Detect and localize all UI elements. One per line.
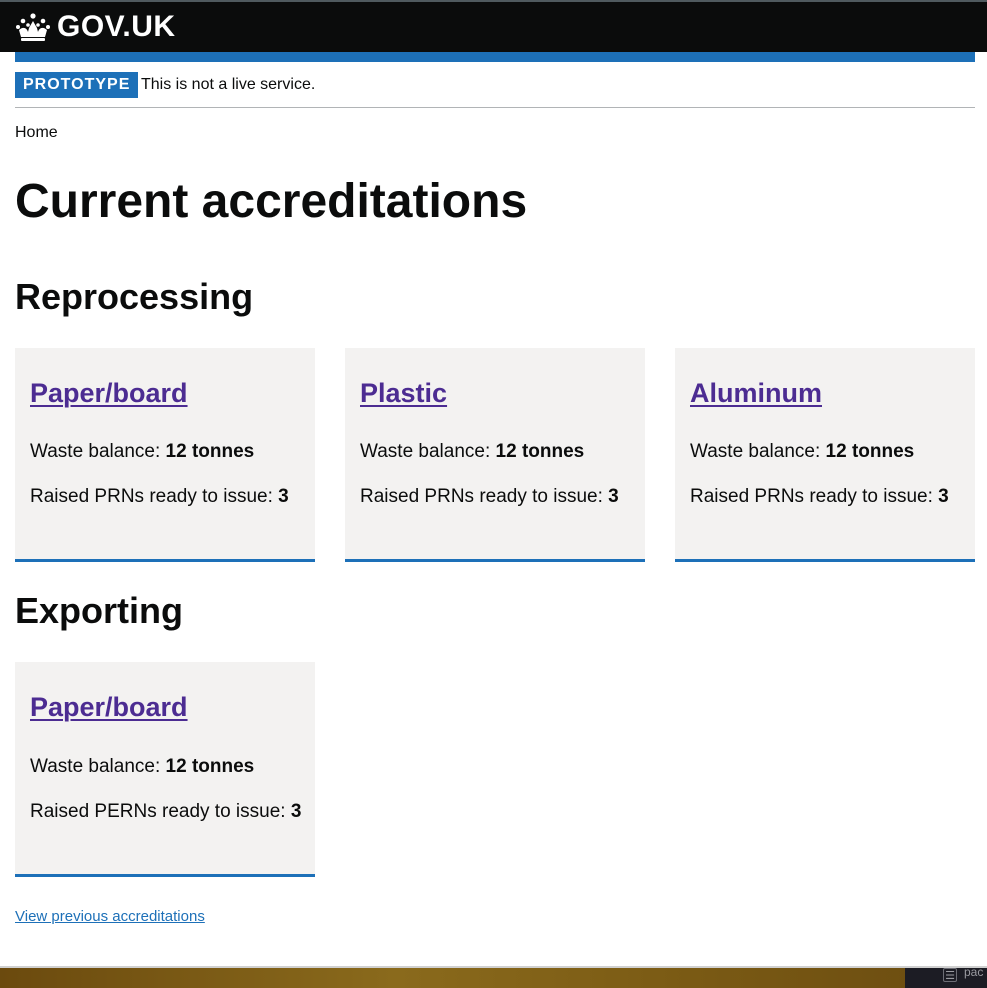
document-icon: ☰: [943, 968, 957, 982]
govuk-header: GOV.UK: [0, 0, 987, 52]
prn-ready-value: 3: [938, 486, 949, 507]
reprocessing-card-aluminum: Aluminum Waste balance: 12 tonnes Raised…: [675, 348, 975, 562]
prn-ready-label: Raised PRNs ready to issue:: [30, 486, 279, 507]
waste-balance-line: Waste balance: 12 tonnes: [690, 440, 914, 464]
waste-balance-label: Waste balance:: [690, 441, 826, 462]
header-blue-bar: [15, 52, 975, 62]
page-title: Current accreditations: [15, 175, 528, 228]
exporting-card-paper-board: Paper/board Waste balance: 12 tonnes Rai…: [15, 662, 315, 877]
waste-balance-value: 12 tonnes: [495, 441, 585, 462]
waste-balance-value: 12 tonnes: [165, 441, 255, 462]
pern-ready-line: Raised PERNs ready to issue: 3: [30, 800, 301, 824]
prn-ready-line: Raised PRNs ready to issue: 3: [360, 485, 619, 509]
crown-icon: [16, 13, 50, 41]
card-title-link[interactable]: Plastic: [360, 376, 447, 410]
desktop-background-strip: [0, 968, 987, 988]
govuk-logo-link[interactable]: GOV.UK: [15, 10, 176, 44]
prn-ready-line: Raised PRNs ready to issue: 3: [30, 485, 289, 509]
card-title-link[interactable]: Paper/board: [30, 690, 188, 724]
taskbar-item-label: pac: [964, 965, 984, 979]
phase-tag: PROTOTYPE: [15, 72, 139, 98]
reprocessing-card-plastic: Plastic Waste balance: 12 tonnes Raised …: [345, 348, 645, 562]
pern-ready-label: Raised PERNs ready to issue:: [30, 801, 291, 822]
prn-ready-label: Raised PRNs ready to issue:: [360, 486, 609, 507]
waste-balance-line: Waste balance: 12 tonnes: [360, 440, 584, 464]
exporting-heading: Exporting: [15, 590, 183, 631]
prn-ready-value: 3: [608, 486, 619, 507]
pern-ready-value: 3: [290, 801, 302, 822]
waste-balance-line: Waste balance: 12 tonnes: [30, 440, 254, 464]
waste-balance-line: Waste balance: 12 tonnes: [30, 755, 254, 779]
prn-ready-label: Raised PRNs ready to issue:: [690, 486, 939, 507]
waste-balance-value: 12 tonnes: [165, 756, 255, 777]
phase-banner-text: This is not a live service.: [141, 76, 316, 93]
phase-banner: PROTOTYPE This is not a live service.: [15, 62, 975, 108]
card-title-link[interactable]: Paper/board: [30, 376, 188, 410]
waste-balance-value: 12 tonnes: [825, 441, 915, 462]
waste-balance-label: Waste balance:: [30, 441, 166, 462]
breadcrumb-home[interactable]: Home: [15, 123, 58, 143]
reprocessing-heading: Reprocessing: [15, 276, 254, 317]
view-previous-accreditations-link[interactable]: View previous accreditations: [15, 907, 205, 927]
reprocessing-card-paper-board: Paper/board Waste balance: 12 tonnes Rai…: [15, 348, 315, 562]
waste-balance-label: Waste balance:: [360, 441, 496, 462]
card-title-link[interactable]: Aluminum: [690, 376, 822, 410]
govuk-logo-text: GOV.UK: [57, 10, 176, 43]
prn-ready-line: Raised PRNs ready to issue: 3: [690, 485, 949, 509]
waste-balance-label: Waste balance:: [30, 756, 166, 777]
prn-ready-value: 3: [278, 486, 289, 507]
